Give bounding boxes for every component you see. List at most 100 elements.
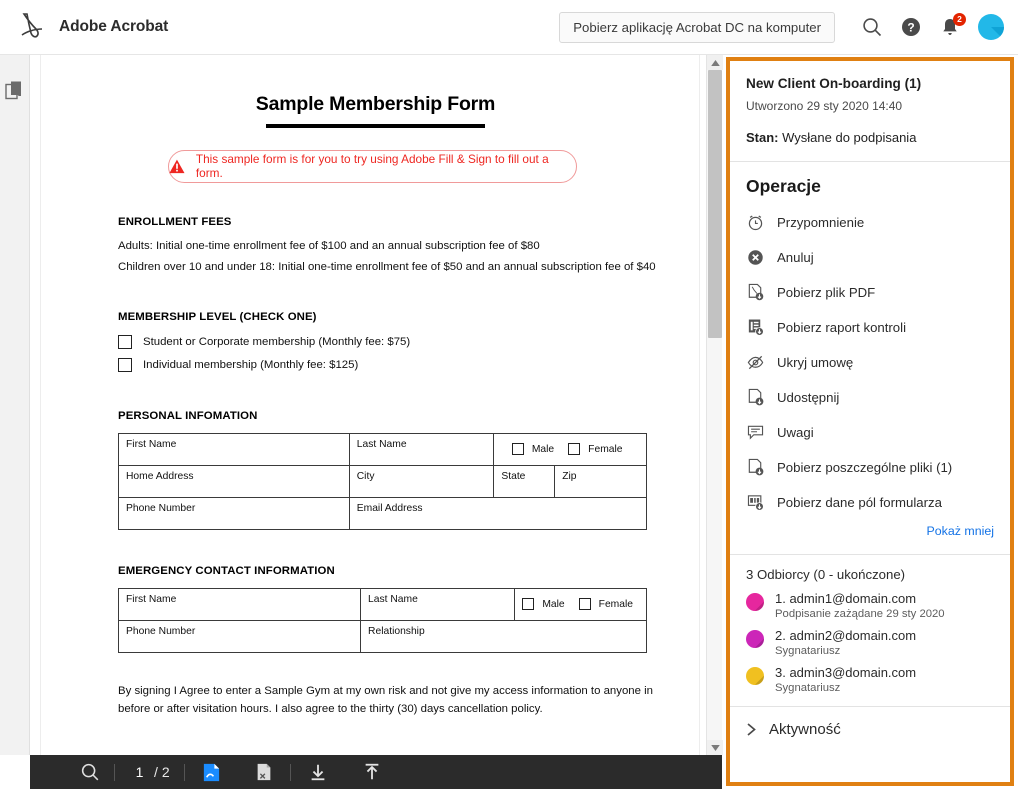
show-less-link[interactable]: Pokaż mniej [746, 524, 995, 538]
upload-icon [365, 763, 379, 780]
operation-comments[interactable]: Uwagi [746, 415, 994, 450]
download-audit-report-icon [748, 319, 764, 336]
activity-label: Aktywność [769, 720, 841, 738]
avatar [746, 666, 764, 685]
help-icon[interactable]: ? [900, 16, 922, 38]
label-phone-number: Phone Number [126, 502, 196, 514]
agreement-title: New Client On-boarding (1) [746, 76, 922, 91]
notifications-bell-icon[interactable]: 2 [939, 13, 966, 38]
operation-download-form-field-data[interactable]: Pobierz dane pól formularza [746, 485, 994, 520]
membership-level-heading: MEMBERSHIP LEVEL (CHECK ONE) [118, 310, 317, 323]
download-individual-files-icon [748, 458, 764, 476]
download-pdf-icon [748, 283, 764, 300]
agreement-paragraph: By signing I Agree to enter a Sample Gym… [118, 684, 653, 716]
viewer-bottom-toolbar: 1 / 2 [30, 755, 722, 789]
operation-download-pdf[interactable]: Pobierz plik PDF [746, 275, 994, 310]
cell-phone-number[interactable]: Phone Number [118, 496, 350, 530]
operation-share[interactable]: Udostępnij [746, 380, 994, 415]
download-desktop-app-button[interactable]: Pobierz aplikację Acrobat DC na komputer [559, 11, 835, 43]
membership-option-row[interactable]: Individual membership (Monthly fee: $125… [118, 357, 671, 372]
export-pdf-icon [257, 763, 271, 781]
checkbox-female[interactable] [568, 443, 581, 456]
checkbox-female[interactable] [578, 598, 591, 611]
table-row: Phone Number Relationship [117, 619, 647, 653]
avatar [746, 629, 764, 648]
user-avatar[interactable] [978, 14, 1004, 40]
search-icon[interactable] [861, 16, 883, 38]
scroll-up-arrow-icon[interactable] [707, 55, 723, 70]
list-item[interactable]: 3. admin3@domain.com Sygnatariusz [746, 665, 994, 694]
cell-gender: Male Female [493, 432, 647, 466]
label-first-name: First Name [126, 593, 177, 605]
label-first-name: First Name [126, 438, 177, 450]
cell-last-name[interactable]: Last Name [348, 432, 495, 466]
current-page-input[interactable]: 1 [129, 764, 150, 780]
enrollment-line-1: Adults: Initial one-time enrollment fee … [118, 239, 540, 252]
app-header: Adobe Acrobat Pobierz aplikację Acrobat … [0, 0, 1018, 55]
toolbar-search-button[interactable] [46, 755, 114, 789]
avatar [746, 592, 764, 611]
page-separator: / [154, 764, 158, 780]
membership-option-row[interactable]: Student or Corporate membership (Monthly… [118, 334, 671, 349]
operation-label: Pobierz raport kontroli [777, 319, 907, 335]
cell-emergency-last-name[interactable]: Last Name [360, 587, 516, 621]
cell-home-address[interactable]: Home Address [118, 464, 350, 498]
activity-section-toggle[interactable]: Aktywność [730, 707, 1010, 752]
checkbox-male[interactable] [522, 598, 535, 611]
svg-text:?: ? [907, 21, 914, 35]
table-row: First Name Last Name Male Female [118, 432, 647, 466]
table-row: Phone Number Email Address [118, 496, 648, 530]
list-item[interactable]: 1. admin1@domain.com Podpisanie zażądane… [746, 591, 994, 620]
download-form-field-data-icon [747, 494, 764, 511]
membership-option-label: Student or Corporate membership (Monthly… [143, 335, 411, 348]
operation-reminder[interactable]: Przypomnienie [746, 205, 994, 240]
cell-zip[interactable]: Zip [554, 464, 647, 498]
page-thumbnails-icon[interactable] [4, 79, 26, 101]
membership-option-label: Individual membership (Monthly fee: $125… [143, 358, 359, 371]
cell-emergency-first-name[interactable]: First Name [117, 587, 362, 621]
checkbox-male[interactable] [511, 443, 524, 456]
list-item[interactable]: 2. admin2@domain.com Sygnatariusz [746, 628, 994, 657]
download-icon [311, 764, 325, 781]
checkbox-student-corporate[interactable] [118, 334, 132, 349]
fill-and-sign-button[interactable] [185, 755, 238, 789]
document-viewer[interactable]: Sample Membership Form This sample form … [30, 55, 722, 755]
label-city: City [356, 470, 375, 482]
operation-cancel[interactable]: Anuluj [746, 240, 994, 275]
checkbox-individual[interactable] [118, 357, 132, 372]
export-pdf-button[interactable] [238, 755, 290, 789]
document-scrollbar[interactable] [706, 55, 723, 755]
cell-city[interactable]: City [348, 464, 495, 498]
recipient-email: 1. admin1@domain.com [775, 590, 917, 606]
download-button[interactable] [291, 755, 345, 789]
cell-relationship[interactable]: Relationship [360, 619, 647, 653]
scroll-down-arrow-icon[interactable] [707, 740, 723, 755]
cell-first-name[interactable]: First Name [118, 432, 350, 466]
label-zip: Zip [562, 470, 577, 482]
label-female: Female [598, 598, 633, 610]
operation-hide-agreement[interactable]: Ukryj umowę [746, 345, 994, 380]
left-rail [0, 55, 30, 755]
cell-state[interactable]: State [493, 464, 556, 498]
table-row: Home Address City State Zip [118, 464, 647, 498]
comment-bubble-icon [747, 425, 764, 440]
emergency-contact-heading: EMERGENCY CONTACT INFORMATION [118, 564, 335, 577]
table-row: First Name Last Name Male Female [117, 587, 647, 621]
header-icon-group: ? 2 [861, 13, 1004, 40]
title-underline [266, 124, 485, 128]
scrollbar-thumb[interactable] [708, 70, 722, 338]
brand[interactable]: Adobe Acrobat [16, 11, 168, 43]
operation-download-audit-report[interactable]: Pobierz raport kontroli [746, 310, 994, 345]
cell-email-address[interactable]: Email Address [348, 496, 648, 530]
search-icon [81, 763, 99, 781]
upload-button[interactable] [345, 755, 399, 789]
operation-download-individual-files[interactable]: Pobierz poszczególne pliki (1) [746, 450, 994, 485]
enrollment-line-2: Children over 10 and under 18: Initial o… [118, 261, 656, 274]
warning-triangle-icon [169, 159, 185, 173]
agreement-status: Stan: Wysłane do podpisania [746, 130, 994, 145]
cell-emergency-phone[interactable]: Phone Number [117, 619, 362, 653]
form-warning-text: This sample form is for you to try using… [195, 152, 549, 180]
page-indicator[interactable]: 1 / 2 [115, 764, 184, 780]
recipients-section: 3 Odbiorcy (0 - ukończone) 1. admin1@dom… [730, 555, 1010, 707]
recipient-email: 3. admin3@domain.com [775, 664, 917, 680]
